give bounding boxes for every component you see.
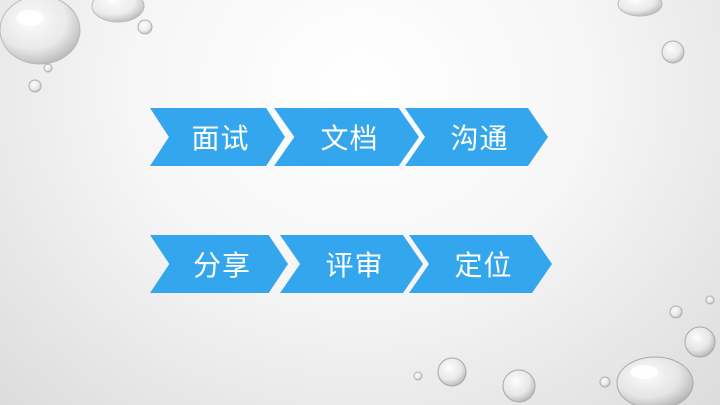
water-droplet-icon	[502, 369, 536, 403]
water-droplet-icon	[599, 376, 611, 388]
chevron-step: 文档	[274, 108, 419, 166]
water-droplet-icon	[28, 79, 42, 93]
water-droplets-decoration	[0, 0, 716, 405]
water-droplet-icon	[705, 295, 715, 305]
chevron-step: 定位	[409, 235, 552, 293]
water-droplet-icon	[617, 0, 663, 17]
water-droplet-icon	[413, 371, 423, 381]
water-droplet-icon	[0, 0, 81, 65]
water-droplet-icon	[616, 356, 694, 405]
chevron-label: 分享	[192, 249, 251, 282]
water-droplet-icon	[43, 63, 53, 73]
chevron-label: 沟通	[450, 122, 509, 155]
chevron-step: 分享	[150, 235, 288, 293]
water-droplet-icon	[91, 0, 145, 23]
water-droplet-icon	[661, 40, 685, 64]
slide: 面试 文档 沟通 分享 评审 定位	[0, 0, 720, 405]
water-droplet-icon	[437, 357, 467, 387]
chevron-step: 评审	[280, 235, 423, 293]
water-droplet-icon	[684, 326, 716, 358]
chevron-step: 面试	[150, 108, 285, 166]
chevron-label: 文档	[320, 122, 379, 155]
chevron-label: 定位	[454, 249, 513, 282]
chevron-step: 沟通	[405, 108, 548, 166]
water-droplet-icon	[669, 305, 683, 319]
chevron-label: 面试	[191, 122, 250, 155]
chevron-label: 评审	[325, 249, 384, 282]
water-droplet-icon	[137, 19, 153, 35]
